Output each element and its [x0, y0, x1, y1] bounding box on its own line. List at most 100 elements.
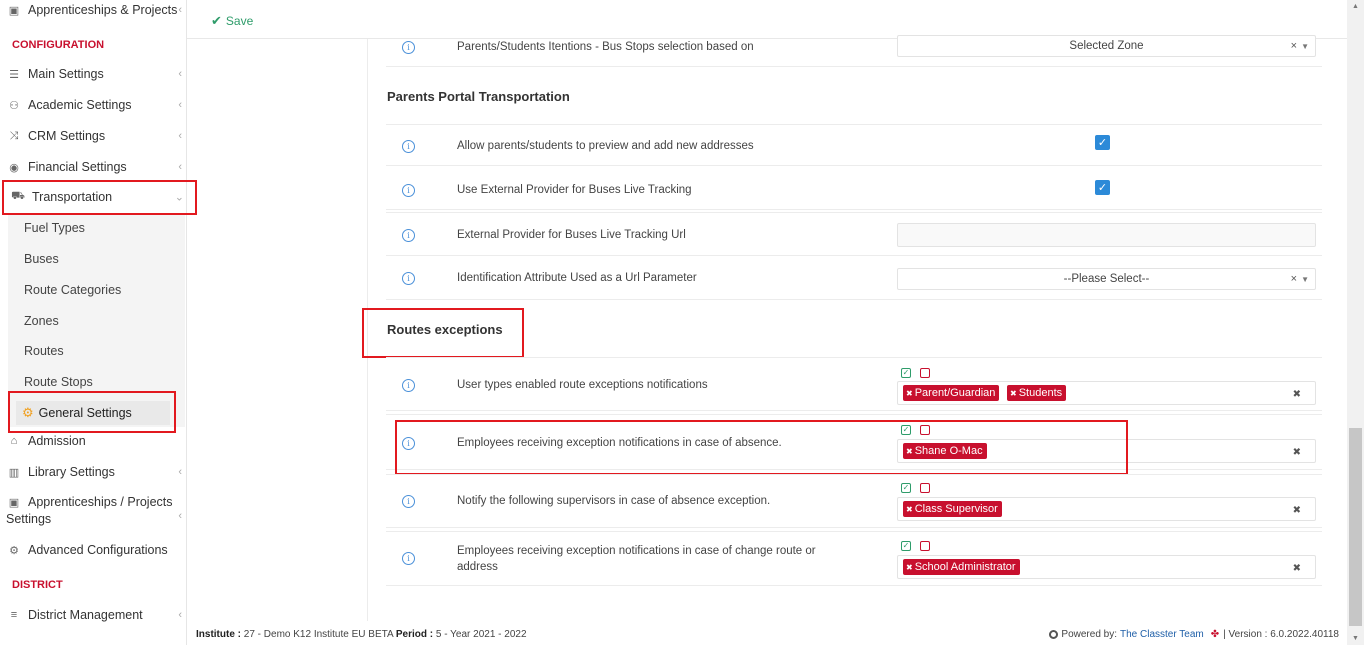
- info-icon[interactable]: i: [402, 495, 415, 508]
- setting-label: Parents/Students Itentions - Bus Stops s…: [457, 41, 754, 53]
- copyright-icon: [1049, 630, 1059, 639]
- sidebar-item-label: Admission: [28, 434, 86, 448]
- select-none-icon[interactable]: [920, 368, 930, 378]
- sidebar-subitem-route-categories[interactable]: Route Categories: [24, 283, 121, 297]
- bank-icon: ⌂: [10, 435, 18, 447]
- info-icon[interactable]: i: [402, 41, 415, 54]
- sidebar-subitem-route-stops[interactable]: Route Stops: [24, 375, 93, 389]
- sidebar-item-financial-settings[interactable]: ◉ Financial Settings ‹: [0, 154, 186, 180]
- scroll-up-icon[interactable]: ▲: [1352, 3, 1359, 10]
- footer-institute-info: Institute : 27 - Demo K12 Institute EU B…: [196, 629, 527, 640]
- sidebar-subitem-zones[interactable]: Zones: [24, 314, 59, 328]
- configuration-header: CONFIGURATION: [12, 39, 105, 51]
- clear-icon[interactable]: ✖: [1293, 505, 1301, 516]
- select-all-icon[interactable]: ✓: [901, 483, 911, 493]
- remove-tag-icon[interactable]: ✖: [906, 505, 913, 514]
- scrollbar[interactable]: ▲ ▼: [1347, 0, 1364, 645]
- sidebar-item-apprenticeships-projects[interactable]: ▣ Apprenticeships & Projects ‹: [0, 0, 186, 23]
- select-all-none-controls: ✓: [901, 483, 930, 493]
- app-window: ▣ Apprenticeships & Projects ‹ CONFIGURA…: [0, 0, 1364, 645]
- sidebar-item-label: Academic Settings: [28, 98, 132, 112]
- sidebar-item-advanced-configurations[interactable]: ⚙ Advanced Configurations: [0, 537, 186, 563]
- sidebar-item-district-management[interactable]: ≡ District Management ‹: [0, 602, 186, 628]
- select-none-icon[interactable]: [920, 541, 930, 551]
- info-icon[interactable]: i: [402, 552, 415, 565]
- setting-label: Employees receiving exception notificati…: [457, 545, 816, 573]
- supervisors-multiselect[interactable]: ✖ Class Supervisor ✖: [897, 497, 1316, 521]
- books-icon: ▥: [8, 466, 20, 479]
- sidebar-subitem-routes[interactable]: Routes: [24, 344, 64, 358]
- period-value: 5 - Year 2021 - 2022: [435, 629, 527, 640]
- scroll-down-icon[interactable]: ▼: [1352, 635, 1359, 642]
- tag-label: School Administrator: [914, 561, 1016, 573]
- sidebar-item-main-settings[interactable]: ☰ Main Settings ‹: [0, 61, 186, 87]
- version: | Version : 6.0.2022.40118: [1223, 629, 1339, 640]
- setting-label: External Provider for Buses Live Trackin…: [457, 229, 686, 241]
- select-value: --Please Select--: [1063, 273, 1150, 285]
- chevron-left-icon: ‹: [178, 161, 182, 173]
- classter-logo-icon: ✤: [1210, 629, 1220, 640]
- select-none-icon[interactable]: [920, 483, 930, 493]
- user-types-multiselect[interactable]: ✖ Parent/Guardian ✖ Students ✖: [897, 381, 1316, 405]
- sidebar-item-academic-settings[interactable]: ⚇ Academic Settings ‹: [0, 92, 186, 118]
- setting-row-preview-addresses: i Allow parents/students to preview and …: [386, 124, 1322, 166]
- select-all-none-controls: ✓: [901, 368, 930, 378]
- gears-icon: ⚙: [9, 544, 19, 557]
- clear-icon[interactable]: ✖: [1293, 389, 1301, 400]
- highlight-box: [395, 420, 1128, 475]
- chevron-left-icon: ‹: [178, 4, 182, 16]
- select-all-icon[interactable]: ✓: [901, 541, 911, 551]
- info-icon[interactable]: i: [402, 272, 415, 285]
- sidebar-subitem-buses[interactable]: Buses: [24, 252, 59, 266]
- sidebar-subitem-fuel-types[interactable]: Fuel Types: [24, 221, 85, 235]
- setting-label: User types enabled route exceptions noti…: [457, 379, 708, 391]
- tag-class-supervisor[interactable]: ✖ Class Supervisor: [903, 501, 1002, 517]
- institute-value: 27 - Demo K12 Institute EU BETA: [243, 629, 394, 640]
- footer-powered: Powered by: The Classter Team ✤ | Versio…: [1049, 629, 1339, 640]
- clear-icon[interactable]: ×: [1291, 273, 1297, 285]
- tag-school-administrator[interactable]: ✖ School Administrator: [903, 559, 1020, 575]
- info-icon[interactable]: i: [402, 184, 415, 197]
- sidebar-item-label: District Management: [28, 608, 143, 622]
- remove-tag-icon[interactable]: ✖: [906, 563, 913, 572]
- coins-icon: ◉: [9, 161, 19, 174]
- external-provider-checkbox[interactable]: ✓: [1095, 180, 1110, 195]
- period-label: Period :: [395, 629, 434, 640]
- sidebar-item-label: Library Settings: [28, 465, 115, 479]
- change-route-multiselect[interactable]: ✖ School Administrator ✖: [897, 555, 1316, 579]
- sidebar-item-label: Apprenticeships / Projects: [28, 495, 173, 509]
- sidebar-item-label-line2: Settings: [6, 512, 52, 526]
- select-all-icon[interactable]: ✓: [901, 368, 911, 378]
- sidebar-item-label: Main Settings: [28, 67, 104, 81]
- tag-students[interactable]: ✖ Students: [1007, 385, 1067, 401]
- info-icon[interactable]: i: [402, 140, 415, 153]
- select-value: Selected Zone: [1069, 40, 1144, 52]
- chevron-left-icon: ‹: [178, 68, 182, 80]
- remove-tag-icon[interactable]: ✖: [906, 389, 913, 398]
- powered-by: Powered by:: [1061, 629, 1118, 640]
- scrollbar-thumb[interactable]: [1349, 428, 1362, 626]
- tag-parent-guardian[interactable]: ✖ Parent/Guardian: [903, 385, 1000, 401]
- tracking-url-input[interactable]: [897, 223, 1316, 247]
- preview-addresses-checkbox[interactable]: ✓: [1095, 135, 1110, 150]
- sidebar-item-label: Financial Settings: [28, 160, 127, 174]
- clear-icon[interactable]: ✖: [1293, 447, 1301, 458]
- highlight-box: [8, 391, 176, 433]
- clear-icon[interactable]: ×: [1291, 40, 1297, 52]
- sidebar-item-crm-settings[interactable]: ⤨ CRM Settings ‹: [0, 123, 186, 149]
- info-icon[interactable]: i: [402, 229, 415, 242]
- chevron-left-icon: ‹: [178, 609, 182, 621]
- clear-icon[interactable]: ✖: [1293, 563, 1301, 574]
- id-attribute-select[interactable]: --Please Select-- × ▼: [897, 268, 1316, 290]
- remove-tag-icon[interactable]: ✖: [1010, 389, 1017, 398]
- sidebar-item-library-settings[interactable]: ▥ Library Settings ‹: [0, 459, 186, 485]
- save-button[interactable]: ✔ Save: [211, 13, 253, 29]
- institute-label: Institute :: [196, 629, 241, 640]
- bus-stops-select[interactable]: Selected Zone × ▼: [897, 35, 1316, 57]
- setting-label: Use External Provider for Buses Live Tra…: [457, 184, 692, 196]
- info-icon[interactable]: i: [402, 379, 415, 392]
- chevron-left-icon: ‹: [178, 130, 182, 142]
- box-icon: ▣: [8, 496, 20, 509]
- box-icon: ▣: [8, 4, 20, 17]
- team-link[interactable]: The Classter Team: [1120, 629, 1204, 640]
